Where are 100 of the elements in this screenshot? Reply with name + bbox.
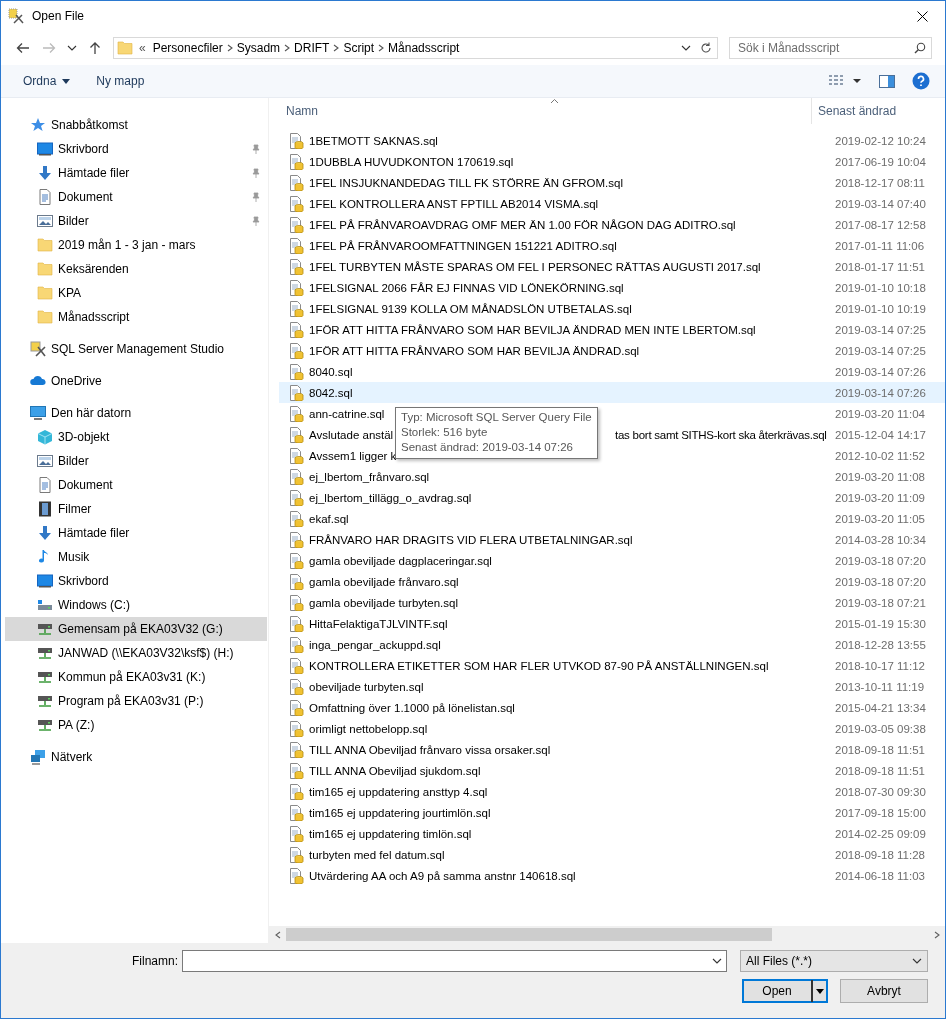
file-name[interactable]: 1FELSIGNAL 2066 FÅR EJ FINNAS VID LÖNEKÖRNING.sql [309, 281, 624, 294]
sidebar-item[interactable]: Kommun på EKA03v31 (K:) [5, 665, 267, 689]
arrow-up-icon [89, 41, 101, 55]
sidebar-item[interactable]: Skrivbord [5, 137, 267, 161]
folder-icon [37, 261, 53, 277]
filename-field[interactable] [182, 950, 727, 972]
file-name[interactable]: Utvärdering AA och A9 på samma anstnr 140618.sql [309, 869, 576, 882]
modified-date: 2019-02-12 10:24 [834, 134, 926, 147]
file-name[interactable]: gamla obeviljade dagplaceringar.sql [309, 554, 492, 567]
file-name[interactable]: Avslutade anstäl [309, 428, 394, 441]
file-name[interactable]: 1DUBBLA HUVUDKONTON 170619.sql [309, 155, 514, 168]
file-name[interactable]: 1FEL PÅ FRÅNVAROAVDRAG OMF MER ÄN 1.00 FÖR NÅGON DAG ADITRO.sql [309, 218, 736, 231]
sidebar-item[interactable]: Program på EKA03v31 (P:) [5, 689, 267, 713]
file-name[interactable]: 1FÖR ATT HITTA FRÅNVARO SOM HAR BEVILJA ÄNDRAD.sql [309, 344, 640, 357]
modified-date: 2019-03-20 11:05 [834, 512, 925, 525]
sidebar-item[interactable]: SQL Server Management Studio [5, 337, 267, 361]
search-field[interactable]: Sök i Månadsscript [729, 37, 932, 59]
chevron-down-icon [712, 957, 722, 965]
sql-file-icon [288, 258, 304, 275]
file-name[interactable]: 1FEL KONTROLLERA ANST FPTILL AB2014 VISMA.sql [309, 197, 599, 210]
sidebar-item[interactable]: 3D-objekt [5, 425, 267, 449]
file-name[interactable]: obeviljade turbyten.sql [309, 680, 424, 693]
scroll-right-icon [932, 930, 941, 939]
breadcrumb-item[interactable]: Script [340, 41, 378, 55]
file-name[interactable]: TILL ANNA Obeviljad frånvaro vissa orsaker.sql [309, 743, 551, 756]
file-name[interactable]: 1FEL TURBYTEN MÅSTE SPARAS OM FEL I PERSONEC RÄTTAS AUGUSTI 2017.sql [309, 260, 761, 273]
breadcrumb-item[interactable]: Personecfiler [149, 41, 226, 55]
open-button[interactable]: Open [742, 979, 828, 1003]
breadcrumb-item[interactable]: DRIFT [291, 41, 333, 55]
file-name[interactable]: turbyten med fel datum.sql [309, 848, 445, 861]
scrollbar-thumb[interactable] [286, 928, 772, 941]
organize-button[interactable]: Ordna [15, 70, 79, 92]
sidebar-item[interactable]: KPA [5, 281, 267, 305]
horizontal-scrollbar[interactable] [269, 926, 945, 943]
file-name[interactable]: 1FÖR ATT HITTA FRÅNVARO SOM HAR BEVILJA ÄNDRAD MEN INTE LBERTOM.sql [309, 323, 756, 336]
file-name[interactable]: inga_pengar_ackuppd.sql [309, 638, 441, 651]
sql-file-icon [288, 468, 304, 485]
file-row[interactable]: 8042.sql 2019-03-14 07:26 [279, 382, 945, 403]
file-name[interactable]: orimligt nettobelopp.sql [309, 722, 428, 735]
breadcrumb-overflow[interactable]: « [133, 41, 150, 55]
sidebar-item[interactable]: Dokument [5, 185, 267, 209]
file-name[interactable]: TILL ANNA Obeviljad sjukdom.sql [309, 764, 481, 777]
new-folder-button[interactable]: Ny mapp [88, 70, 153, 92]
file-name[interactable]: HittaFelaktigaTJLVINTF.sql [309, 617, 448, 630]
sidebar-item[interactable]: Keksärenden [5, 257, 267, 281]
file-name[interactable]: gamla obeviljade frånvaro.sql [309, 575, 459, 588]
sidebar-item[interactable]: Musik [5, 545, 267, 569]
sidebar-item[interactable]: Nätverk [5, 745, 267, 769]
file-name[interactable]: Omfattning över 1.1000 på lönelistan.sql [309, 701, 515, 714]
file-name[interactable]: ej_lbertom_frånvaro.sql [309, 470, 430, 483]
file-name[interactable]: gamla obeviljade turbyten.sql [309, 596, 458, 609]
sidebar-item[interactable]: Månadsscript [5, 305, 267, 329]
name-column-header[interactable]: Namn [269, 98, 812, 124]
modified-date: 2019-01-10 10:19 [834, 302, 926, 315]
file-name[interactable]: 1BETMOTT SAKNAS.sql [309, 134, 438, 147]
sql-file-icon [288, 741, 304, 758]
sidebar-item[interactable]: Gemensam på EKA03V32 (G:) [5, 617, 267, 641]
file-name[interactable]: tim165 ej uppdatering timlön.sql [309, 827, 472, 840]
sidebar-item[interactable]: Bilder [5, 449, 267, 473]
sidebar-item[interactable]: Snabbåtkomst [5, 113, 267, 137]
file-name[interactable]: ekaf.sql [309, 512, 349, 525]
sidebar-item[interactable]: Dokument [5, 473, 267, 497]
file-name[interactable]: 1FELSIGNAL 9139 KOLLA OM MÅNADSLÖN UTBETALAS.sql [309, 302, 632, 315]
sidebar-item[interactable]: Filmer [5, 497, 267, 521]
help-icon [912, 72, 930, 90]
sidebar-item[interactable]: Hämtade filer [5, 161, 267, 185]
file-name[interactable]: ann-catrine.sql [309, 407, 385, 420]
sql-file-icon [288, 405, 304, 422]
sidebar-item[interactable]: OneDrive [5, 369, 267, 393]
sidebar-item[interactable]: 2019 mån 1 - 3 jan - mars [5, 233, 267, 257]
file-name[interactable]: 8042.sql [309, 386, 353, 399]
sql-file-icon [288, 762, 304, 779]
file-type-dropdown[interactable]: All Files (*.*) [740, 950, 928, 972]
modified-column-header[interactable]: Senast ändrad [812, 98, 897, 124]
sidebar-item[interactable]: PA (Z:) [5, 713, 267, 737]
file-name[interactable]: ej_lbertom_tillägg_o_avdrag.sql [309, 491, 472, 504]
app-icon [8, 8, 24, 24]
sidebar-item[interactable]: Hämtade filer [5, 521, 267, 545]
file-name[interactable]: tas bort samt SITHS-kort ska återkrävas.sql [615, 428, 827, 441]
sql-file-icon [288, 300, 304, 317]
file-name[interactable]: 1FEL INSJUKNANDEDAG TILL FK STÖRRE ÄN GFROM.sql [309, 176, 623, 189]
file-name[interactable]: tim165 ej uppdatering ansttyp 4.sql [309, 785, 488, 798]
breadcrumb-item[interactable]: Sysadm [233, 41, 284, 55]
address-bar[interactable]: « Personecfiler Sysadm DRIFT Script Månadsscript [113, 37, 718, 59]
file-name[interactable]: FRÅNVARO HAR DRAGITS VID FLERA UTBETALNINGAR.sql [309, 533, 633, 546]
sidebar-item[interactable]: Windows (C:) [5, 593, 267, 617]
file-name[interactable]: 8040.sql [309, 365, 353, 378]
breadcrumb-item[interactable]: Månadsscript [385, 41, 463, 55]
file-name[interactable]: tim165 ej uppdatering jourtimlön.sql [309, 806, 491, 819]
cancel-button[interactable]: Avbryt [840, 979, 928, 1003]
modified-date: 2019-03-14 07:26 [834, 386, 926, 399]
modified-date: 2012-10-02 11:52 [834, 449, 925, 462]
file-name[interactable]: KONTROLLERA ETIKETTER SOM HAR FLER UTVKOD 87-90 PÅ ANSTÄLLNINGEN.sql [309, 659, 769, 672]
file-name[interactable]: 1FEL PÅ FRÅNVAROOMFATTNINGEN 151221 ADITRO.sql [309, 239, 617, 252]
sidebar-item[interactable]: Den här datorn [5, 401, 267, 425]
modified-date: 2019-03-18 07:21 [834, 596, 926, 609]
sidebar-item[interactable]: Skrivbord [5, 569, 267, 593]
sidebar-item[interactable]: JANWAD (\\EKA03V32\ksf$) (H:) [5, 641, 267, 665]
sidebar-item[interactable]: Bilder [5, 209, 267, 233]
refresh-icon [700, 42, 712, 54]
